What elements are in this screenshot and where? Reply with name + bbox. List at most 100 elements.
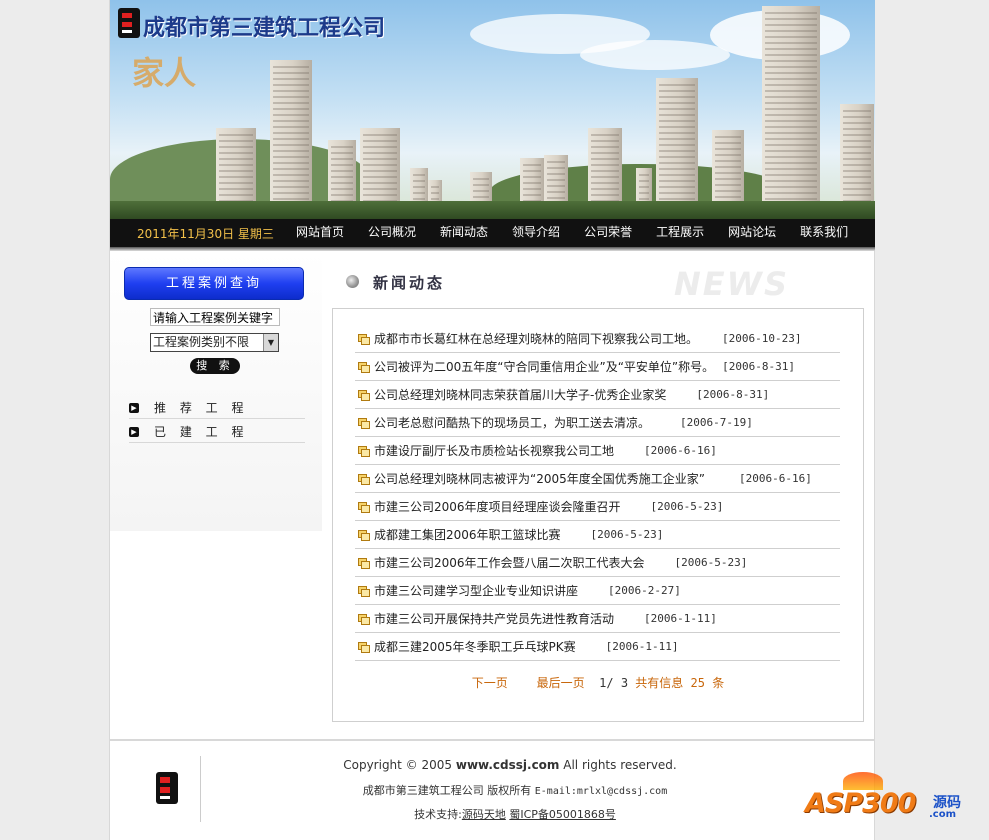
news-bullet-icon (358, 501, 370, 513)
news-title[interactable]: 成都市市长葛红林在总经理刘晓林的陪同下视察我公司工地。 (374, 330, 698, 347)
asp300-watermark: ASP300 源码 .com (803, 770, 969, 822)
news-bullet-icon (358, 333, 370, 345)
chevron-down-icon[interactable]: ▼ (263, 334, 278, 351)
nav-item-news[interactable]: 新闻动态 (440, 219, 488, 245)
icp-link[interactable]: 蜀ICP备05001868号 (509, 808, 616, 821)
play-bullet-icon: ▶ (129, 426, 139, 437)
news-title[interactable]: 成都三建2005年冬季职工乒乓球PK赛 (374, 638, 576, 655)
footer-copyright: Copyright © 2005 www.cdssj.com All right… (110, 758, 820, 772)
news-date: [2006-8-31] (696, 388, 770, 401)
news-bullet-icon (358, 473, 370, 485)
news-bullet-icon (358, 445, 370, 457)
nav-item-overview[interactable]: 公司概况 (368, 219, 416, 245)
banner-slogan: 家人 (132, 54, 197, 92)
news-date: [2006-7-19] (680, 416, 753, 429)
nav-item-projects[interactable]: 工程展示 (656, 219, 704, 245)
pagination: 下一页 最后一页 1/ 3 共有信息 25 条 (471, 676, 725, 690)
nav-item-contact[interactable]: 联系我们 (800, 219, 848, 245)
news-date: [2006-1-11] (644, 612, 717, 625)
news-item[interactable]: 市建三公司建学习型企业专业知识讲座 [2006-2-27] (355, 577, 840, 605)
top-nav: 2011年11月30日 星期三 网站首页 公司概况 新闻动态 领导介绍 公司荣誉… (110, 219, 875, 247)
news-title[interactable]: 市建三公司2006年工作会暨八届二次职工代表大会 (374, 554, 645, 571)
nav-item-leaders[interactable]: 领导介绍 (512, 219, 560, 245)
support-link[interactable]: 源码天地 (462, 808, 506, 821)
news-item[interactable]: 成都建工集团2006年职工篮球比赛 [2006-5-23] (355, 521, 840, 549)
copyright-suffix: All rights reserved. (559, 758, 677, 772)
case-keyword-input[interactable] (150, 308, 280, 326)
copyright-prefix: Copyright © 2005 (343, 758, 456, 772)
section-dot-icon (346, 275, 359, 288)
news-title[interactable]: 公司老总慰问酷热下的现场员工，为职工送去清凉。 (374, 414, 650, 431)
news-date: [2006-2-27] (608, 584, 681, 597)
footer-support: 技术支持:源码天地 蜀ICP备05001868号 (110, 806, 830, 822)
news-item[interactable]: 公司被评为二00五年度“守合同重信用企业”及“平安单位”称号。 [2006-8-3… (355, 353, 840, 381)
watermark-domain: .com (929, 809, 957, 820)
case-query-button[interactable]: 工程案例查询 (124, 267, 304, 300)
news-title[interactable]: 公司被评为二00五年度“守合同重信用企业”及“平安单位”称号。 (374, 358, 714, 375)
case-category-select[interactable]: 工程案例类别不限 ▼ (150, 333, 279, 352)
news-bullet-icon (358, 389, 370, 401)
total-unit: 条 (712, 676, 725, 690)
watermark-brand: ASP300 (805, 788, 916, 819)
last-page-link[interactable]: 最后一页 (537, 676, 585, 690)
news-item[interactable]: 公司总经理刘晓林同志荣获首届川大学子-优秀企业家奖 [2006-8-31] (355, 381, 840, 409)
news-bullet-icon (358, 529, 370, 541)
news-item[interactable]: 市建设厅副厅长及市质检站长视察我公司工地 [2006-6-16] (355, 437, 840, 465)
sidebar: 工程案例查询 工程案例类别不限 ▼ 搜 索 ▶ 推 荐 工 程 ▶ 已 建 工 … (110, 251, 322, 531)
news-title[interactable]: 市建三公司2006年度项目经理座谈会隆重召开 (374, 498, 621, 515)
section-title-watermark: NEWS (674, 265, 789, 303)
news-date: [2006-1-11] (605, 640, 679, 653)
search-button[interactable]: 搜 索 (190, 358, 240, 374)
news-item[interactable]: 市建三公司2006年工作会暨八届二次职工代表大会 [2006-5-23] (355, 549, 840, 577)
current-page: 1 (599, 676, 607, 690)
company-name: 成都市第三建筑工程公司 (143, 16, 386, 41)
current-date: 2011年11月30日 星期三 (137, 227, 274, 241)
nav-item-home[interactable]: 网站首页 (296, 219, 344, 245)
news-bullet-icon (358, 641, 370, 653)
copyright-site: www.cdssj.com (455, 758, 560, 772)
news-panel: 成都市市长葛红林在总经理刘晓林的陪同下视察我公司工地。 [2006-10-23] … (332, 308, 864, 722)
news-item[interactable]: 市建三公司2006年度项目经理座谈会隆重召开 [2006-5-23] (355, 493, 840, 521)
nav-item-honors[interactable]: 公司荣誉 (584, 219, 632, 245)
news-item[interactable]: 成都市市长葛红林在总经理刘晓林的陪同下视察我公司工地。 [2006-10-23] (355, 325, 840, 353)
footer-owner: 成都市第三建筑工程公司 版权所有 E-mail:mrlxl@cdssj.com (110, 782, 830, 798)
news-date: [2006-8-31] (722, 360, 795, 373)
section-title: 新闻动态 (373, 274, 446, 292)
news-bullet-icon (358, 557, 370, 569)
nav-item-forum[interactable]: 网站论坛 (728, 219, 776, 245)
total-label: 共有信息 (635, 676, 684, 690)
support-label: 技术支持: (414, 808, 462, 821)
news-date: [2006-5-23] (590, 528, 664, 541)
news-item[interactable]: 公司老总慰问酷热下的现场员工，为职工送去清凉。 [2006-7-19] (355, 409, 840, 437)
news-bullet-icon (358, 417, 370, 429)
sidebar-link-label: 已 建 工 程 (154, 425, 249, 439)
header-banner: 成都市第三建筑工程公司 家人 (110, 0, 875, 219)
news-title[interactable]: 市建三公司开展保持共产党员先进性教育活动 (374, 610, 614, 627)
news-date: [2006-6-16] (738, 472, 812, 485)
news-bullet-icon (358, 585, 370, 597)
news-item[interactable]: 公司总经理刘晓林同志被评为“2005年度全国优秀施工企业家” [2006-6-16… (355, 465, 840, 493)
sidebar-link-recommended[interactable]: ▶ 推 荐 工 程 (129, 397, 305, 419)
news-title[interactable]: 公司总经理刘晓林同志被评为“2005年度全国优秀施工企业家” (374, 470, 705, 487)
total-count: 25 (690, 676, 705, 690)
footer-divider (110, 739, 875, 741)
news-bullet-icon (358, 361, 370, 373)
total-pages: 3 (620, 676, 629, 690)
footer-email: E-mail:mrlxl@cdssj.com (534, 786, 668, 797)
news-item[interactable]: 市建三公司开展保持共产党员先进性教育活动 [2006-1-11] (355, 605, 840, 633)
news-title[interactable]: 成都建工集团2006年职工篮球比赛 (374, 526, 561, 543)
news-date: [2006-6-16] (644, 444, 717, 457)
company-logo-icon (118, 8, 140, 38)
owner-text: 成都市第三建筑工程公司 版权所有 (362, 784, 532, 797)
page-container: 成都市第三建筑工程公司 家人 2011年11月30日 星期三 网站首页 公司概况… (109, 0, 875, 840)
sidebar-link-completed[interactable]: ▶ 已 建 工 程 (129, 421, 305, 443)
news-title[interactable]: 公司总经理刘晓林同志荣获首届川大学子-优秀企业家奖 (374, 386, 666, 403)
news-title[interactable]: 市建三公司建学习型企业专业知识讲座 (374, 582, 578, 599)
news-date: [2006-5-23] (674, 556, 748, 569)
news-title[interactable]: 市建设厅副厅长及市质检站长视察我公司工地 (374, 442, 614, 459)
news-item[interactable]: 成都三建2005年冬季职工乒乓球PK赛 [2006-1-11] (355, 633, 840, 661)
sidebar-link-label: 推 荐 工 程 (154, 401, 249, 415)
play-bullet-icon: ▶ (129, 402, 139, 413)
next-page-link[interactable]: 下一页 (472, 676, 508, 690)
case-category-value: 工程案例类别不限 (153, 335, 250, 349)
